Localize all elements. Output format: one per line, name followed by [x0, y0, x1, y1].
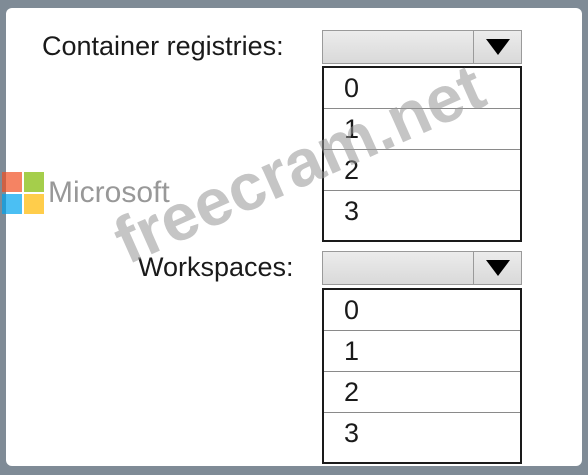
microsoft-logo-icon — [2, 172, 44, 214]
workspaces-dropdown-button[interactable] — [473, 252, 521, 284]
microsoft-logo-text: Microsoft — [48, 176, 170, 209]
triangle-down-icon — [485, 39, 510, 55]
workspaces-option[interactable]: 2 — [324, 372, 520, 413]
logo-square-yellow — [24, 194, 44, 214]
logo-square-green — [24, 172, 44, 192]
container-registries-option[interactable]: 3 — [324, 191, 520, 232]
answer-area-panel: Container registries: 0 1 2 3 Workspaces… — [6, 8, 582, 466]
container-registries-option[interactable]: 1 — [324, 109, 520, 150]
container-registries-label: Container registries: — [42, 31, 284, 61]
triangle-down-icon — [485, 260, 510, 276]
logo-square-blue — [2, 194, 22, 214]
container-registries-option-list: 0 1 2 3 — [322, 66, 522, 242]
container-registries-select[interactable] — [322, 30, 522, 64]
workspaces-select[interactable] — [322, 251, 522, 285]
microsoft-logo: Microsoft — [2, 172, 170, 214]
workspaces-label: Workspaces: — [138, 252, 294, 282]
workspaces-option-list: 0 1 2 3 — [322, 288, 522, 464]
workspaces-option[interactable]: 3 — [324, 413, 520, 454]
workspaces-option[interactable]: 0 — [324, 290, 520, 331]
container-registries-option[interactable]: 0 — [324, 68, 520, 109]
screenshot-frame: Container registries: 0 1 2 3 Workspaces… — [0, 0, 588, 475]
container-registries-dropdown-button[interactable] — [473, 31, 521, 63]
workspaces-option[interactable]: 1 — [324, 331, 520, 372]
logo-square-red — [2, 172, 22, 192]
container-registries-option[interactable]: 2 — [324, 150, 520, 191]
